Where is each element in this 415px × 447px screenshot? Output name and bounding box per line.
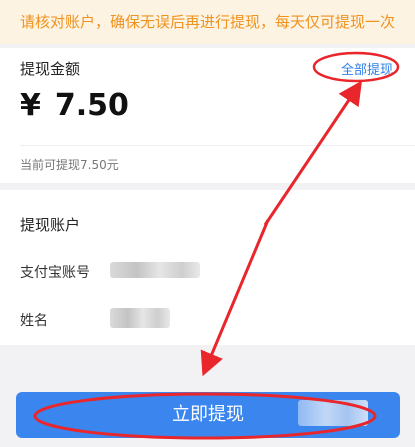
amount-value: 7.50 [54, 88, 129, 123]
currency-symbol: ¥ [20, 88, 41, 123]
account-section-title: 提现账户 [20, 216, 81, 234]
name-value-redacted [110, 308, 170, 328]
notice-text: 请核对账户，确保无误后再进行提现，每天仅可提现一次 [19, 13, 395, 31]
alipay-account-label: 支付宝账号 [20, 265, 90, 281]
withdraw-amount: ¥7.50 [20, 88, 129, 123]
amount-card: 提现金额 全部提现 ¥7.50 当前可提现7.50元 [0, 48, 415, 183]
name-label: 姓名 [20, 313, 48, 329]
alipay-account-value-redacted [110, 262, 200, 278]
divider [20, 145, 415, 146]
amount-section-title: 提现金额 [20, 60, 81, 78]
watermark-redacted [298, 400, 368, 426]
withdraw-all-link[interactable]: 全部提现 [341, 59, 393, 78]
account-card: 提现账户 支付宝账号 姓名 [0, 190, 415, 345]
notice-banner: 请核对账户，确保无误后再进行提现，每天仅可提现一次 [0, 0, 415, 44]
available-balance-text: 当前可提现7.50元 [20, 158, 119, 172]
